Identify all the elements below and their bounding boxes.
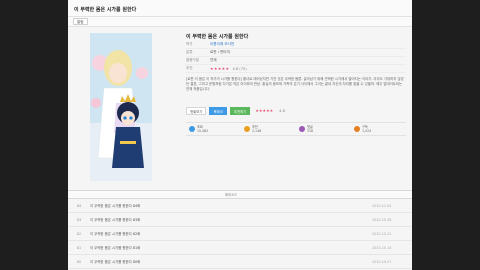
stat-comments: 댓글 318 [296, 123, 351, 135]
table-row[interactable]: 84 이 무력한 몸은 시가를 원한다 84화 2020.11.04 [68, 199, 412, 213]
stat-subscribers: 구독 1,024 [351, 123, 406, 135]
status-value: 연재 [210, 58, 217, 62]
episode-number: 84 [76, 203, 82, 208]
rating-row: 추천 ★★★★★ 4.8 (75) [186, 65, 406, 73]
episode-title[interactable]: 이 무력한 몸은 시가를 원한다 84화 [90, 203, 372, 208]
episode-number: 80 [76, 259, 82, 264]
stat-value: 1,024 [362, 129, 372, 133]
episode-title[interactable]: 이 무력한 몸은 시가를 원한다 83화 [90, 217, 372, 222]
cover-image [90, 33, 152, 181]
work-title: 이 무력한 몸은 시가를 원한다 [186, 34, 249, 40]
table-row[interactable]: 80 이 무력한 몸은 시가를 원한다 80화 2020.10.07 [68, 255, 412, 269]
stat-value: 2,146 [252, 129, 262, 133]
comment-icon [299, 126, 305, 132]
genre-row: 분류 로판 / 판타지 [186, 49, 406, 57]
star-rating-input[interactable]: ★★★★★ [255, 108, 273, 113]
rating-label: 추천 [186, 66, 193, 70]
page-title: 이 무력한 몸은 시가를 원한다 [68, 0, 412, 17]
rating-value: 4.8 (75) [232, 66, 247, 71]
stat-value: 318 [307, 129, 314, 133]
episode-list: 에피소드 84 이 무력한 몸은 시가를 원한다 84화 2020.11.04 … [68, 190, 412, 269]
action-buttons: 첫회보기 북마크 추천하기 ★★★★★ 4.8 [186, 106, 406, 115]
episode-title[interactable]: 이 무력한 몸은 시가를 원한다 81화 [90, 245, 372, 250]
episode-number: 81 [76, 245, 82, 250]
episode-number: 83 [76, 217, 82, 222]
episode-title[interactable]: 이 무력한 몸은 시가를 원한다 82화 [90, 231, 372, 236]
table-row[interactable]: 82 이 무력한 몸은 시가를 원한다 82화 2020.10.21 [68, 227, 412, 241]
status-label: 발행구분 [186, 58, 200, 62]
stat-views: 조회 15,482 [186, 123, 241, 135]
episode-date: 2020.11.04 [372, 203, 392, 208]
table-row[interactable]: 83 이 무력한 몸은 시가를 원한다 83화 2020.10.28 [68, 213, 412, 227]
subscribe-icon [354, 126, 360, 132]
list-header: 에피소드 [68, 190, 412, 199]
stat-recommend: 추천 2,146 [241, 123, 296, 135]
author-link[interactable]: 이름이예 모사번 [210, 42, 234, 47]
episode-date: 2020.10.21 [372, 231, 392, 236]
table-row[interactable]: 81 이 무력한 몸은 시가를 원한다 81화 2020.10.14 [68, 241, 412, 255]
star-rating-count: 4.8 [279, 108, 285, 113]
stat-value: 15,482 [197, 129, 209, 133]
recommend-button[interactable]: 추천하기 [229, 106, 251, 115]
episode-title[interactable]: 이 무력한 몸은 시가를 원한다 80화 [90, 259, 372, 264]
episode-date: 2020.10.14 [372, 245, 392, 250]
episode-number: 82 [76, 231, 82, 236]
views-icon [189, 126, 195, 132]
description: [로판 이 몸은 이 작가가 시가를 원한다] 황녀로 태어났지만 가진 것은 … [186, 77, 404, 91]
work-info: 이 무력한 몸은 시가를 원한다 작가 이름이예 모사번 분류 로판 / 판타지… [186, 33, 406, 136]
chip-row: 알림 [68, 17, 412, 27]
episode-date: 2020.10.28 [372, 217, 392, 222]
genre-label: 분류 [186, 50, 193, 54]
content-panel: 이 무력한 몸은 시가를 원한다 알림 이 무력한 몸은 시가를 원한다 작가 [68, 0, 412, 270]
first-episode-button[interactable]: 첫회보기 [186, 106, 207, 115]
recommend-icon [244, 126, 250, 132]
cover-illustration [90, 33, 152, 181]
genre-value: 로판 / 판타지 [210, 50, 231, 54]
stats-bar: 조회 15,482 추천 2,146 댓글 318 구독 1,024 [186, 122, 406, 136]
bookmark-button[interactable]: 북마크 [209, 106, 227, 115]
status-row: 발행구분 연재 [186, 57, 406, 65]
notice-chip[interactable]: 알림 [73, 18, 88, 25]
author-row: 작가 이름이예 모사번 [186, 41, 406, 49]
rating-stars: ★★★★★ [210, 66, 230, 71]
author-label: 작가 [186, 42, 193, 46]
list-header-title: 에피소드 [224, 193, 238, 197]
episode-date: 2020.10.07 [372, 259, 392, 264]
